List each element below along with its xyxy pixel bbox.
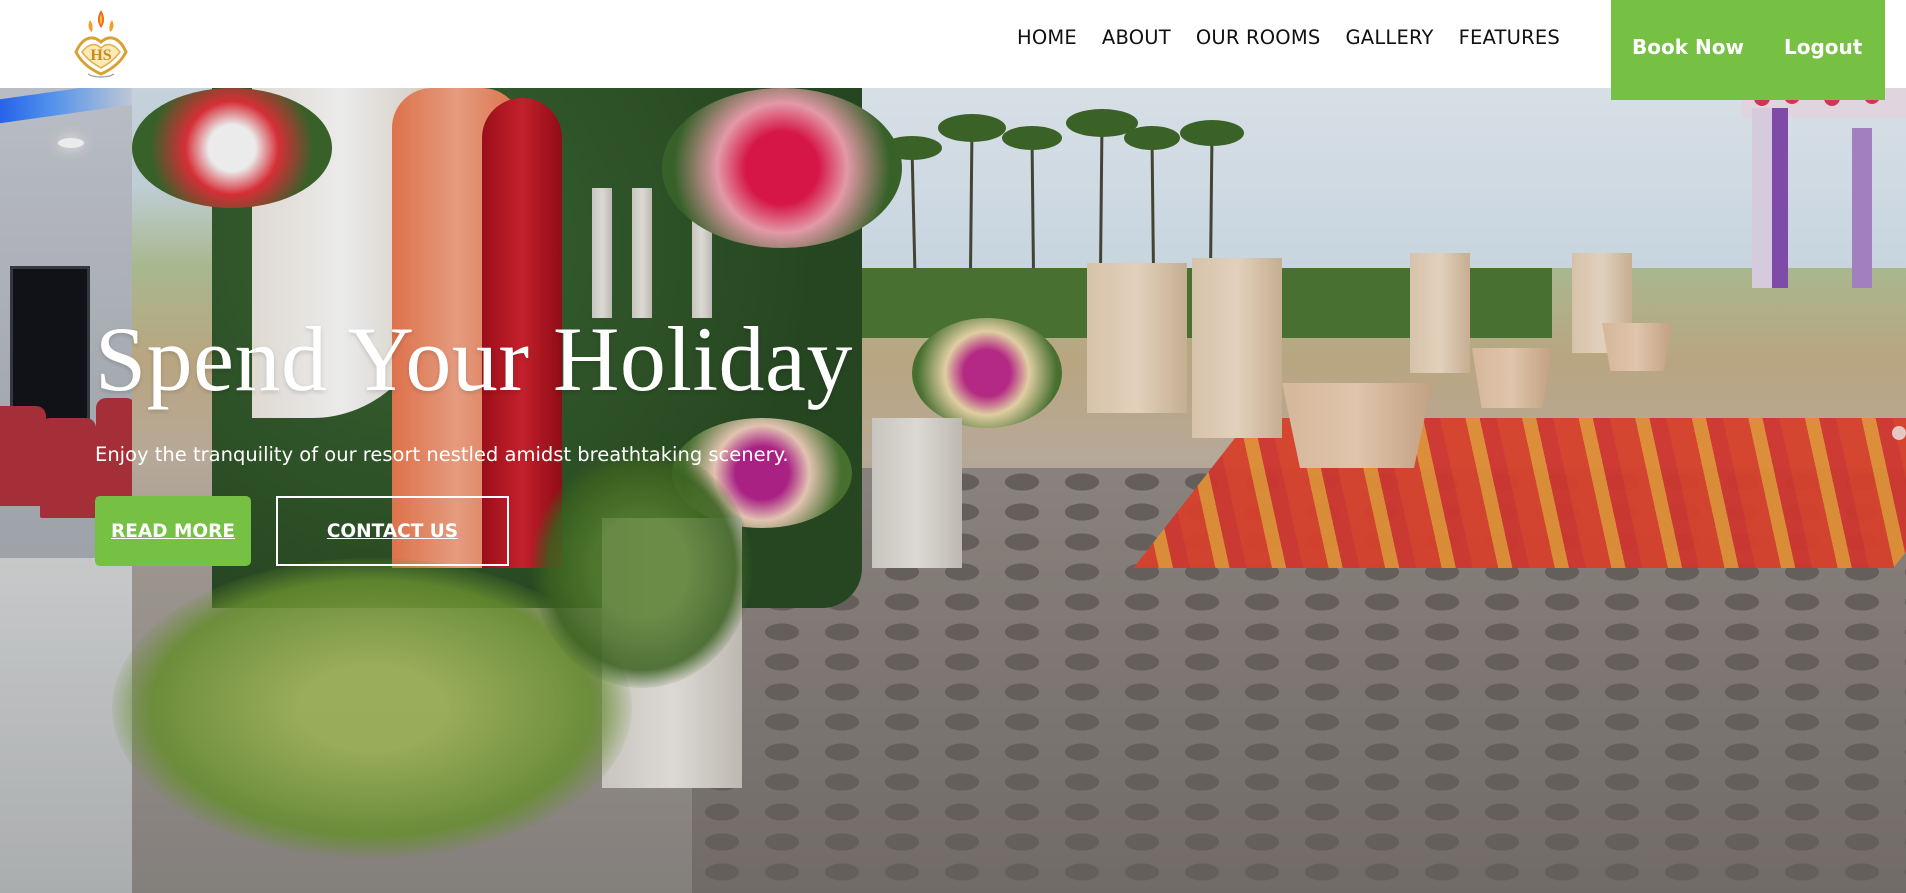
site-logo[interactable]: HS [68, 8, 134, 80]
logout-button[interactable]: Logout [1784, 35, 1862, 59]
nav-features[interactable]: FEATURES [1459, 26, 1560, 49]
hero-overlay [0, 88, 1906, 893]
main-nav: HOME ABOUT OUR ROOMS GALLERY FEATURES [1017, 0, 1560, 96]
nav-home[interactable]: HOME [1017, 26, 1077, 49]
hs-crest-logo-icon: HS [74, 10, 128, 78]
hero-title: Spend Your Holiday [95, 308, 853, 410]
hero-subtitle: Enjoy the tranquility of our resort nest… [95, 443, 789, 466]
header-cta-box: Book Now Logout [1611, 0, 1885, 100]
site-header: HS HOME ABOUT OUR ROOMS GALLERY FEATURES… [0, 0, 1906, 100]
nav-gallery[interactable]: GALLERY [1345, 26, 1433, 49]
hero-carousel: Spend Your Holiday Enjoy the tranquility… [0, 88, 1906, 893]
contact-us-button[interactable]: CONTACT US [276, 496, 509, 566]
nav-our-rooms[interactable]: OUR ROOMS [1196, 26, 1321, 49]
nav-about[interactable]: ABOUT [1102, 26, 1171, 49]
book-now-button[interactable]: Book Now [1632, 35, 1744, 59]
svg-text:HS: HS [90, 47, 111, 64]
read-more-button[interactable]: READ MORE [95, 496, 251, 566]
